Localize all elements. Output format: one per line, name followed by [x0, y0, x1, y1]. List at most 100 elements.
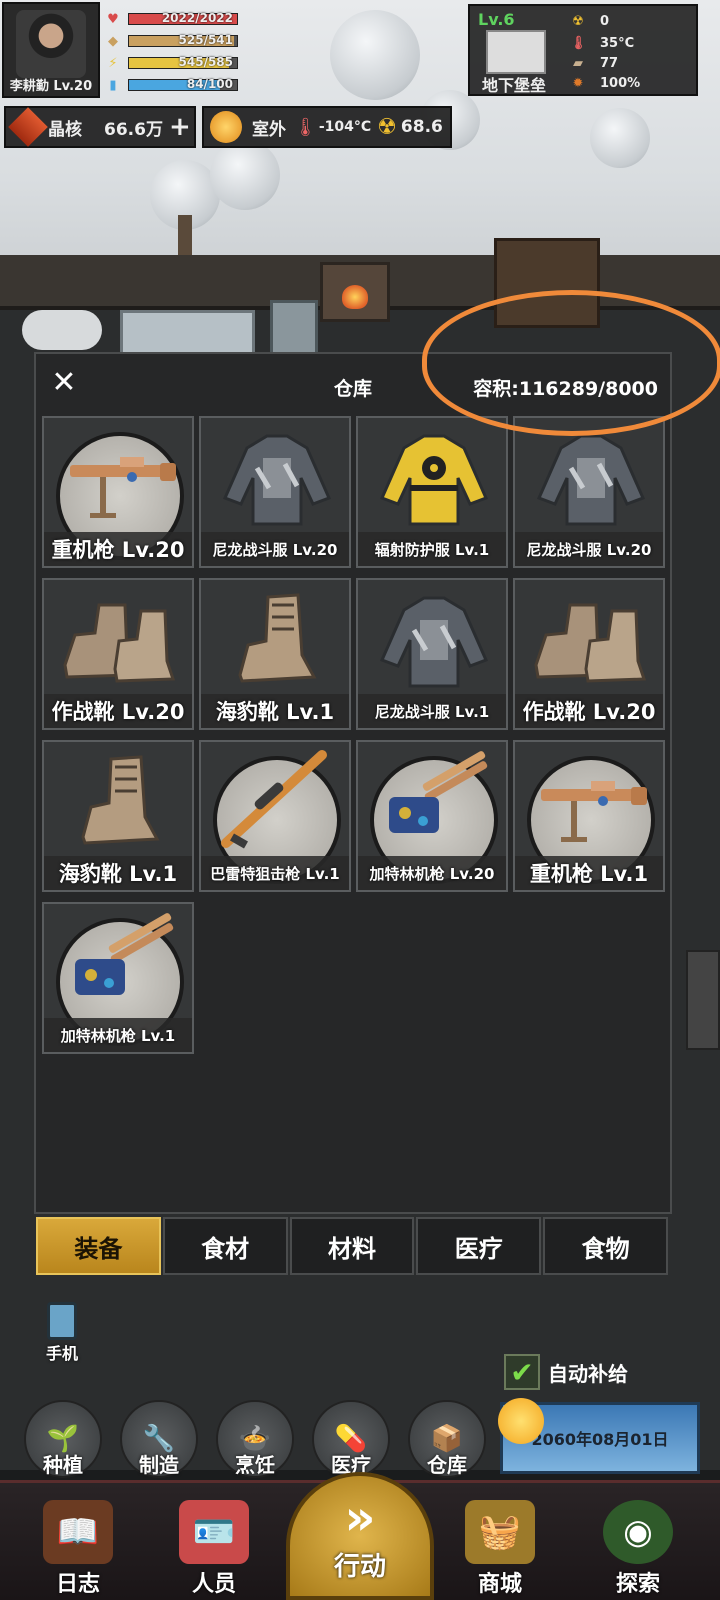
combat-suit-icon	[358, 580, 506, 700]
item-label: 重机枪 Lv.1	[515, 856, 663, 890]
id-card-icon: 🪪	[179, 1500, 249, 1564]
nav-people-label: 人员	[191, 1572, 236, 1597]
radiation-suit-icon	[358, 418, 506, 538]
book-icon: 📖	[43, 1500, 113, 1564]
category-tab[interactable]: 食物	[543, 1217, 668, 1275]
item-label: 尼龙战斗服 Lv.1	[358, 694, 506, 728]
sun-icon	[498, 1398, 544, 1444]
action-label: 种植	[43, 1453, 83, 1477]
auto-supply-toggle[interactable]: ✔ 自动补给	[504, 1354, 628, 1390]
seal-boots-icon	[44, 742, 192, 862]
category-tab[interactable]: 材料	[289, 1217, 415, 1275]
thermometer-icon: 🌡	[294, 116, 317, 138]
category-tab[interactable]: 装备	[36, 1217, 161, 1275]
item-slot[interactable]: 作战靴 Lv.20	[513, 578, 665, 730]
action-medkit[interactable]: 💊 医疗	[312, 1400, 390, 1478]
stat-row: ⚡ 545/585	[104, 54, 238, 72]
combat-suit-icon	[201, 418, 349, 538]
stat-row: ♥ 2022/2022	[104, 10, 238, 28]
nav-log-label: 日志	[55, 1572, 100, 1597]
energy-icon: ⚡	[108, 55, 118, 71]
stat-value: 525/541	[178, 33, 233, 47]
base-panel[interactable]: Lv.6 地下堡垒 ☢ 0 🌡 35°C ▰ 77 ✹ 100%	[468, 4, 698, 96]
item-label: 尼龙战斗服 Lv.20	[515, 532, 663, 566]
item-slot[interactable]: 作战靴 Lv.20	[42, 578, 194, 730]
category-tab[interactable]: 医疗	[416, 1217, 542, 1275]
nav-people[interactable]: 🪪 人员	[164, 1500, 264, 1600]
action-plant[interactable]: 🌱 种植	[24, 1400, 102, 1478]
radar-icon: ◉	[603, 1500, 673, 1564]
snow-tree	[210, 140, 280, 210]
add-crystal-button[interactable]: +	[169, 112, 191, 142]
item-slot[interactable]: 尼龙战斗服 Lv.20	[199, 416, 351, 568]
action-label: 行动	[333, 1551, 386, 1582]
item-label: 作战靴 Lv.20	[515, 694, 663, 728]
gatling-gun-icon	[44, 904, 192, 1024]
stat-row: ◆ 525/541	[104, 32, 238, 50]
gear-icon: ✹	[572, 76, 584, 91]
base-power-value: 100%	[600, 76, 641, 91]
item-slot[interactable]: 加特林机枪 Lv.20	[356, 740, 508, 892]
item-label: 加特林机枪 Lv.20	[358, 856, 506, 890]
action-wrench[interactable]: 🔧 制造	[120, 1400, 198, 1478]
item-slot[interactable]: 尼龙战斗服 Lv.1	[356, 578, 508, 730]
action-pot[interactable]: 🍲 烹饪	[216, 1400, 294, 1478]
fridge	[270, 300, 318, 360]
phone-icon	[47, 1302, 77, 1340]
base-radiation: ☢ 0	[570, 14, 609, 29]
item-slot[interactable]: 海豹靴 Lv.1	[42, 740, 194, 892]
outdoor-temperature: -104°C	[318, 119, 372, 135]
item-label: 加特林机枪 Lv.1	[44, 1018, 192, 1052]
crystal-value: 66.6万	[104, 119, 163, 140]
item-label: 作战靴 Lv.20	[44, 694, 192, 728]
item-slot[interactable]: 加特林机枪 Lv.1	[42, 902, 194, 1054]
phone-label: 手机	[45, 1344, 78, 1363]
base-name: 地下堡垒	[482, 76, 547, 95]
combat-boots-icon	[44, 580, 192, 700]
phone-button[interactable]: 手机	[38, 1302, 86, 1364]
machine-gun-icon	[515, 742, 663, 862]
machine-gun-icon	[44, 418, 192, 538]
sniper-rifle-icon	[201, 742, 349, 862]
gatling-gun-icon	[358, 742, 506, 862]
stat-value: 84/100	[186, 77, 233, 91]
stat-bar: 2022/2022	[128, 11, 238, 25]
outdoor-label: 室外	[252, 119, 286, 140]
date-text: 2060年08月01日	[531, 1430, 669, 1449]
stat-bar: 525/541	[128, 33, 238, 47]
cabinet	[686, 950, 720, 1050]
nav-shop[interactable]: 🧺 商城	[450, 1500, 550, 1600]
base-durability: ▰ 77	[570, 56, 618, 71]
nav-explore[interactable]: ◉ 探索	[588, 1500, 688, 1600]
item-slot[interactable]: 尼龙战斗服 Lv.20	[513, 416, 665, 568]
item-slot[interactable]: 重机枪 Lv.20	[42, 416, 194, 568]
seal-boots-icon	[201, 580, 349, 700]
weather-box[interactable]: 室外 🌡 -104°C ☢ 68.6	[202, 106, 452, 148]
warehouse-panel: ✕ 仓库 容积:116289/8000 重机枪 Lv.20 尼龙战斗服 Lv.20…	[34, 352, 672, 1214]
wood-icon: ▰	[573, 56, 583, 71]
combat-suit-icon	[515, 418, 663, 538]
nav-log[interactable]: 📖 日志	[28, 1500, 128, 1600]
fast-forward-icon: »	[344, 1489, 376, 1546]
action-crate[interactable]: 📦 仓库	[408, 1400, 486, 1478]
item-slot[interactable]: 重机枪 Lv.1	[513, 740, 665, 892]
radiation-icon: ☢	[572, 14, 584, 29]
action-label: 仓库	[427, 1453, 467, 1477]
item-slot[interactable]: 巴雷特狙击枪 Lv.1	[199, 740, 351, 892]
category-tab[interactable]: 食材	[162, 1217, 288, 1275]
item-slot[interactable]: 辐射防护服 Lv.1	[356, 416, 508, 568]
stat-row: ▮ 84/100	[104, 76, 238, 94]
crystal-box[interactable]: 晶核 66.6万 +	[4, 106, 196, 148]
checkmark-icon: ✔	[504, 1354, 540, 1390]
player-card[interactable]: 李耕勤 Lv.20	[2, 2, 100, 98]
base-temperature-value: 35°C	[600, 36, 635, 51]
player-name-level: 李耕勤 Lv.20	[9, 79, 93, 94]
auto-supply-label: 自动补给	[548, 1361, 628, 1386]
item-slot[interactable]: 海豹靴 Lv.1	[199, 578, 351, 730]
nav-explore-label: 探索	[615, 1572, 660, 1597]
avatar	[16, 10, 86, 78]
radiation-icon: ☢	[377, 114, 397, 140]
action-row: 🌱 种植 🔧 制造 🍲 烹饪 💊 医疗 📦 仓库	[24, 1400, 504, 1478]
outdoor-radiation: 68.6	[400, 117, 443, 137]
crystal-icon	[8, 107, 48, 147]
